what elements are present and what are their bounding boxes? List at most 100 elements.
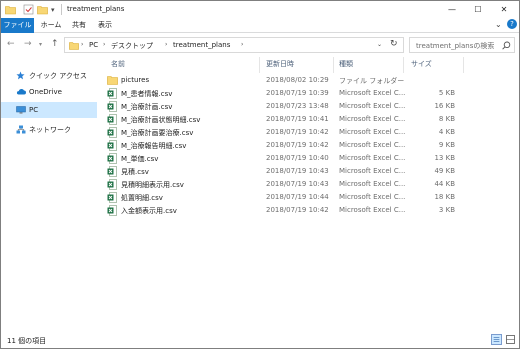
sidebar-item-onedrive[interactable]: OneDrive [1, 84, 97, 100]
file-type: ファイル フォルダー [339, 77, 405, 85]
file-size: 5 KB [438, 89, 455, 97]
file-modified-date: 2018/07/19 10:44 [266, 193, 329, 201]
tab-view[interactable]: 表示 [93, 18, 117, 33]
expand-ribbon-icon[interactable]: ⌄ [495, 20, 502, 29]
help-icon[interactable]: ? [507, 19, 517, 29]
file-name: pictures [121, 76, 150, 84]
file-name: M_単価.csv [121, 155, 159, 163]
search-placeholder: treatment_plansの検索 [416, 42, 495, 50]
file-type: Microsoft Excel C... [339, 89, 406, 97]
table-row[interactable]: 見積.csv 2018/07/19 10:43 Microsoft Excel C.… [103, 165, 463, 178]
column-header-name[interactable]: 名前 [111, 59, 125, 71]
sidebar-item-pc[interactable]: PC [1, 102, 97, 118]
excel-csv-icon [107, 127, 117, 138]
file-modified-date: 2018/07/23 13:48 [266, 102, 329, 110]
excel-csv-icon [107, 153, 117, 164]
file-name: 見積.csv [121, 168, 149, 176]
table-row[interactable]: M_患者情報.csv 2018/07/19 10:39 Microsoft Exce… [103, 87, 463, 100]
file-type: Microsoft Excel C... [339, 206, 406, 214]
file-modified-date: 2018/08/02 10:29 [266, 76, 329, 84]
excel-csv-icon [107, 166, 117, 177]
back-arrow-icon[interactable]: ← [7, 39, 15, 49]
column-divider[interactable] [333, 57, 334, 73]
excel-csv-icon [107, 101, 117, 112]
file-type: Microsoft Excel C... [339, 154, 406, 162]
column-divider[interactable] [259, 57, 260, 73]
recent-locations-icon[interactable]: ▾ [39, 41, 42, 48]
title-divider [61, 4, 62, 15]
cloud-icon [16, 88, 26, 95]
sidebar-item-network[interactable]: ネットワーク [1, 121, 97, 137]
file-size: 18 KB [434, 193, 455, 201]
table-row[interactable]: M_単価.csv 2018/07/19 10:40 Microsoft Excel … [103, 152, 463, 165]
table-row[interactable]: M_治療計画要治療.csv 2018/07/19 10:42 Microsoft E… [103, 126, 463, 139]
refresh-icon[interactable]: ↻ [390, 39, 398, 49]
details-view-icon[interactable] [491, 334, 502, 345]
navigation-pane: クイック アクセス OneDrive PC ネットワーク [1, 57, 97, 330]
maximize-button[interactable]: ☐ [465, 1, 491, 18]
table-row[interactable]: pictures 2018/08/02 10:29 ファイル フォルダー [103, 74, 463, 87]
file-modified-date: 2018/07/19 10:41 [266, 115, 329, 123]
breadcrumb-separator-icon[interactable]: › [81, 41, 83, 48]
table-row[interactable]: M_治療計画.csv 2018/07/23 13:48 Microsoft Exce… [103, 100, 463, 113]
window-title: treatment_plans [67, 5, 125, 13]
breadcrumb-separator-icon[interactable]: › [241, 41, 243, 48]
file-modified-date: 2018/07/19 10:40 [266, 154, 329, 162]
table-row[interactable]: 入金額表示用.csv 2018/07/19 10:42 Microsoft Exce… [103, 204, 463, 217]
excel-csv-icon [107, 179, 117, 190]
column-header-type[interactable]: 種類 [339, 59, 353, 71]
sidebar-item-label: PC [29, 106, 39, 114]
table-row[interactable]: M_治療報告明細.csv 2018/07/19 10:42 Microsoft Ex… [103, 139, 463, 152]
search-input[interactable]: treatment_plansの検索 [409, 37, 515, 53]
tab-share[interactable]: 共有 [67, 18, 91, 33]
close-button[interactable]: ✕ [491, 1, 517, 18]
forward-arrow-icon[interactable]: → [24, 39, 32, 49]
new-folder-icon[interactable] [37, 4, 48, 15]
folder-icon[interactable] [5, 4, 16, 15]
file-modified-date: 2018/07/19 10:42 [266, 141, 329, 149]
folder-icon [69, 42, 79, 50]
file-type: Microsoft Excel C... [339, 102, 406, 110]
breadcrumb-separator-icon[interactable]: › [103, 41, 105, 48]
tab-file[interactable]: ファイル [1, 18, 34, 33]
file-size: 16 KB [434, 102, 455, 110]
properties-icon[interactable] [23, 4, 34, 15]
star-icon [16, 71, 25, 80]
file-type: Microsoft Excel C... [339, 141, 406, 149]
file-type: Microsoft Excel C... [339, 128, 406, 136]
file-name: 処置明細.csv [121, 194, 163, 202]
search-icon[interactable] [502, 41, 511, 50]
network-icon [16, 125, 26, 134]
tab-home[interactable]: ホーム [37, 18, 65, 33]
excel-csv-icon [107, 114, 117, 125]
table-row[interactable]: 処置明細.csv 2018/07/19 10:44 Microsoft Excel … [103, 191, 463, 204]
excel-csv-icon [107, 192, 117, 203]
table-row[interactable]: 見積明細表示用.csv 2018/07/19 10:43 Microsoft Exc… [103, 178, 463, 191]
excel-csv-icon [107, 205, 117, 216]
file-modified-date: 2018/07/19 10:42 [266, 128, 329, 136]
address-history-chevron-icon[interactable]: ⌄ [377, 41, 382, 48]
file-name: M_治療計画要治療.csv [121, 129, 194, 137]
file-type: Microsoft Excel C... [339, 115, 406, 123]
minimize-button[interactable]: — [439, 1, 465, 18]
breadcrumb-pc[interactable]: PC [89, 41, 98, 49]
address-bar[interactable]: › PC › デスクトップ › treatment_plans › ⌄ ↻ [64, 37, 404, 53]
sidebar-item-quick-access[interactable]: クイック アクセス [1, 67, 97, 83]
file-modified-date: 2018/07/19 10:42 [266, 206, 329, 214]
table-row[interactable]: M_治療計画状態明細.csv 2018/07/19 10:41 Microsoft … [103, 113, 463, 126]
breadcrumb-treatment-plans[interactable]: treatment_plans [173, 41, 230, 49]
column-header-date[interactable]: 更新日時 [266, 59, 294, 71]
navigation-bar: ← → ▾ ↑ › PC › デスクトップ › treatment_plans … [1, 34, 519, 57]
column-header-size[interactable]: サイズ [411, 59, 432, 71]
large-icons-view-icon[interactable] [505, 334, 516, 345]
file-name: 見積明細表示用.csv [121, 181, 184, 189]
excel-csv-icon [107, 140, 117, 151]
column-divider[interactable] [403, 57, 404, 73]
file-type: Microsoft Excel C... [339, 167, 406, 175]
file-modified-date: 2018/07/19 10:43 [266, 167, 329, 175]
breadcrumb-separator-icon[interactable]: › [165, 41, 167, 48]
column-divider[interactable] [463, 57, 464, 73]
item-count: 11 個の項目 [7, 337, 47, 345]
up-arrow-icon[interactable]: ↑ [51, 39, 59, 49]
breadcrumb-desktop[interactable]: デスクトップ [111, 41, 153, 51]
